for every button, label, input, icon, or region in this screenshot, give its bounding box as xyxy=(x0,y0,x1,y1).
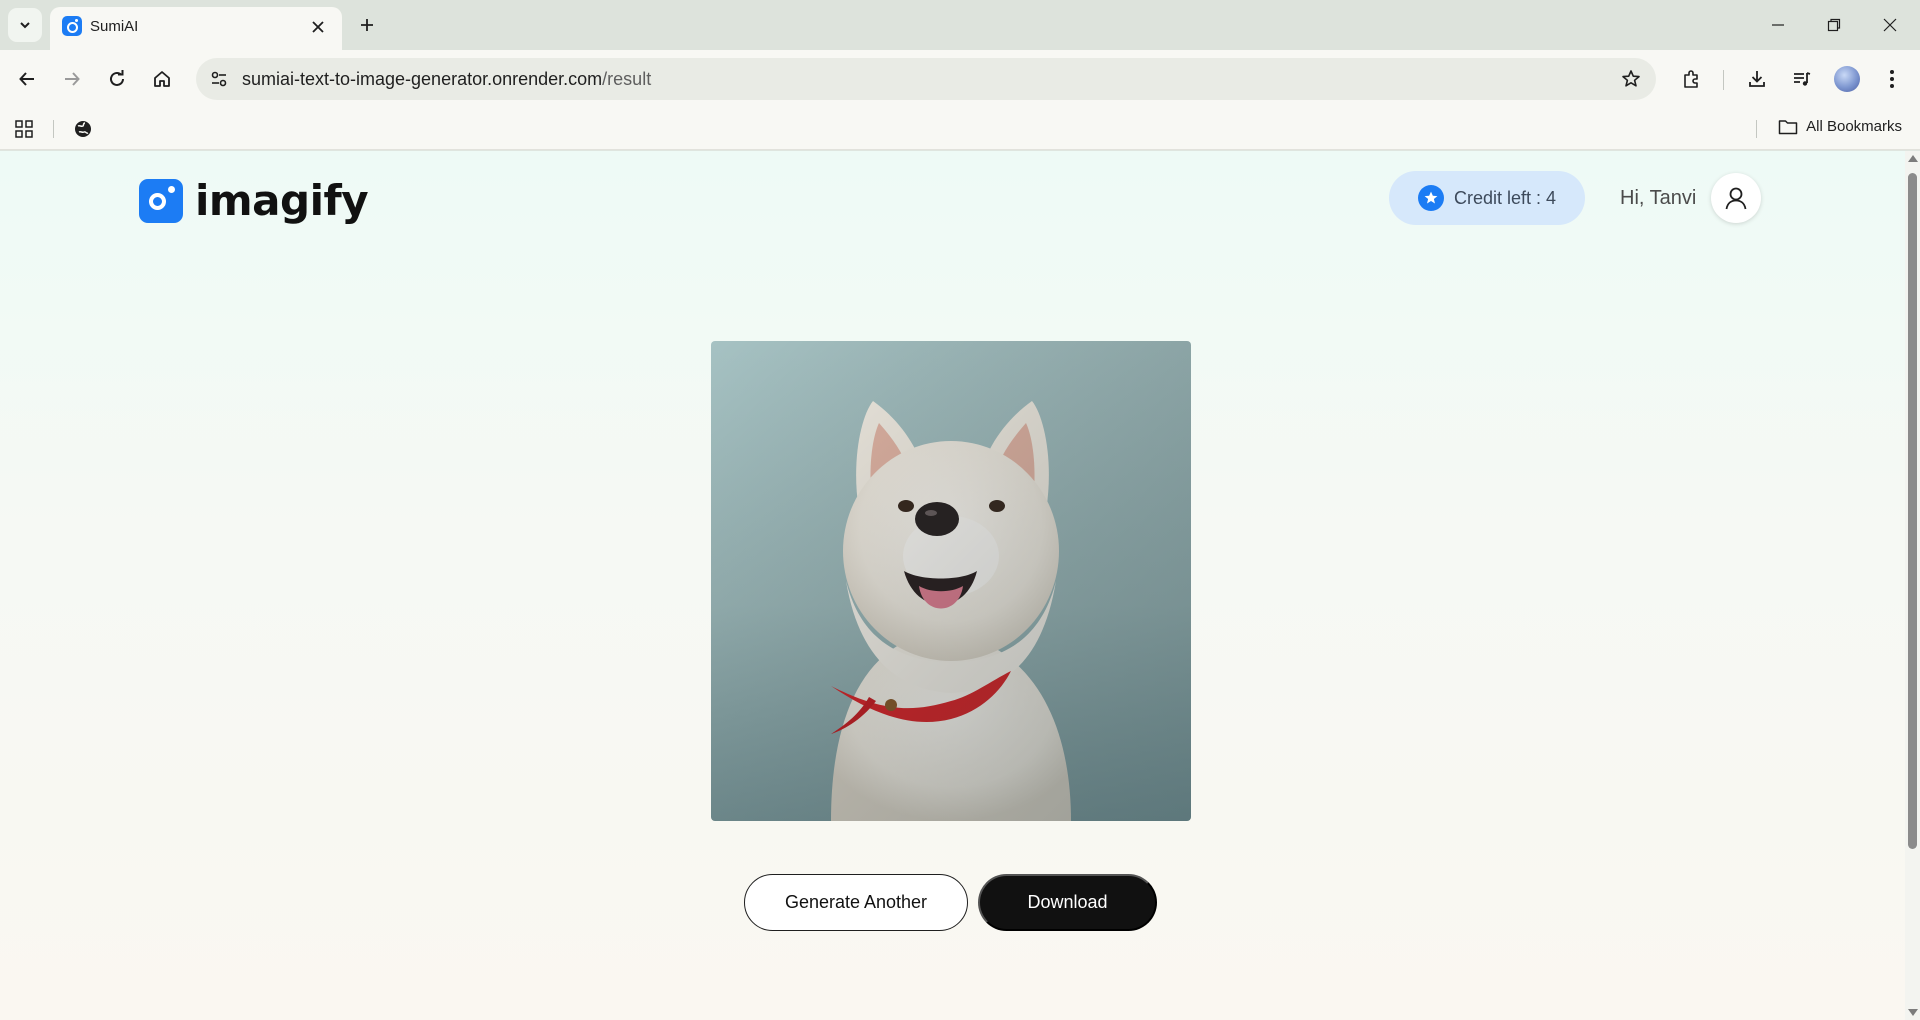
close-window-button[interactable] xyxy=(1870,8,1910,42)
browser-toolbar: sumiai-text-to-image-generator.onrender.… xyxy=(0,50,1920,108)
profile-avatar xyxy=(1834,66,1860,92)
url-text: sumiai-text-to-image-generator.onrender.… xyxy=(242,69,651,90)
arrow-left-icon xyxy=(19,72,34,86)
tab-close-button[interactable] xyxy=(306,15,330,39)
home-icon xyxy=(154,71,170,87)
bookmarks-bar: All Bookmarks xyxy=(0,108,1920,150)
arrow-right-icon xyxy=(65,72,80,86)
site-logo[interactable]: imagify xyxy=(139,176,369,225)
bookmark-star-button[interactable] xyxy=(1616,64,1646,94)
plus-icon xyxy=(361,19,373,31)
folder-icon xyxy=(1778,119,1798,134)
browser-tab-active[interactable]: SumiAI xyxy=(50,7,342,50)
download-button[interactable]: Download xyxy=(978,874,1157,931)
all-bookmarks-label: All Bookmarks xyxy=(1806,118,1902,135)
apps-grid-icon xyxy=(15,120,33,138)
more-vert-icon xyxy=(1890,70,1894,88)
bookmarks-divider xyxy=(1756,120,1757,138)
browser-titlebar: SumiAI xyxy=(0,0,1920,50)
forward-button[interactable] xyxy=(55,62,89,96)
close-icon xyxy=(312,21,324,33)
download-icon xyxy=(1749,71,1765,87)
browser-menu-button[interactable] xyxy=(1875,62,1909,96)
reload-icon xyxy=(110,70,124,86)
address-bar[interactable]: sumiai-text-to-image-generator.onrender.… xyxy=(196,58,1656,100)
star-outline-icon xyxy=(1622,70,1640,87)
reload-button[interactable] xyxy=(100,62,134,96)
scroll-down-arrow-icon[interactable] xyxy=(1908,1009,1918,1016)
url-path: /result xyxy=(602,69,652,89)
url-host: sumiai-text-to-image-generator.onrender.… xyxy=(242,69,603,89)
tab-title: SumiAI xyxy=(90,18,139,35)
toolbar-divider xyxy=(1723,70,1724,90)
restore-icon xyxy=(1827,18,1841,32)
new-tab-button[interactable] xyxy=(352,10,382,40)
globe-icon xyxy=(75,121,91,137)
scrollbar-thumb[interactable] xyxy=(1908,173,1917,849)
minimize-button[interactable] xyxy=(1758,8,1798,42)
apps-button[interactable] xyxy=(12,117,36,141)
home-button[interactable] xyxy=(145,62,179,96)
generate-another-button[interactable]: Generate Another xyxy=(744,874,968,931)
star-icon xyxy=(1417,185,1444,211)
user-menu-button[interactable] xyxy=(1711,173,1761,223)
page-scrollbar[interactable] xyxy=(1905,151,1920,1020)
minimize-icon xyxy=(1772,24,1784,26)
user-icon xyxy=(1725,187,1747,210)
tab-search-button[interactable] xyxy=(8,8,42,42)
chevron-down-icon xyxy=(20,22,30,29)
page-viewport: imagify Credit left : 4 Hi, Tanvi Genera… xyxy=(0,151,1905,1020)
extensions-button[interactable] xyxy=(1674,62,1708,96)
bookmarks-divider xyxy=(53,120,54,138)
credits-badge[interactable]: Credit left : 4 xyxy=(1389,171,1585,225)
user-greeting: Hi, Tanvi xyxy=(1620,187,1697,209)
logo-camera-icon xyxy=(139,178,183,223)
close-icon xyxy=(1883,18,1897,32)
media-controls-button[interactable] xyxy=(1785,62,1819,96)
puzzle-icon xyxy=(1684,70,1698,88)
profile-button[interactable] xyxy=(1830,62,1864,96)
logo-text: imagify xyxy=(195,176,369,225)
bookmark-item[interactable] xyxy=(71,117,95,141)
generated-image xyxy=(711,341,1191,821)
all-bookmarks-button[interactable]: All Bookmarks xyxy=(1778,118,1902,135)
scroll-up-arrow-icon[interactable] xyxy=(1908,155,1918,162)
dog-illustration xyxy=(711,341,1191,821)
back-button[interactable] xyxy=(10,62,44,96)
site-info-button[interactable] xyxy=(204,64,234,94)
queue-music-icon xyxy=(1794,72,1811,86)
restore-button[interactable] xyxy=(1814,8,1854,42)
downloads-button[interactable] xyxy=(1740,62,1774,96)
site-favicon-icon xyxy=(62,16,82,36)
credits-label: Credit left : 4 xyxy=(1453,187,1557,208)
tune-icon xyxy=(211,71,227,87)
